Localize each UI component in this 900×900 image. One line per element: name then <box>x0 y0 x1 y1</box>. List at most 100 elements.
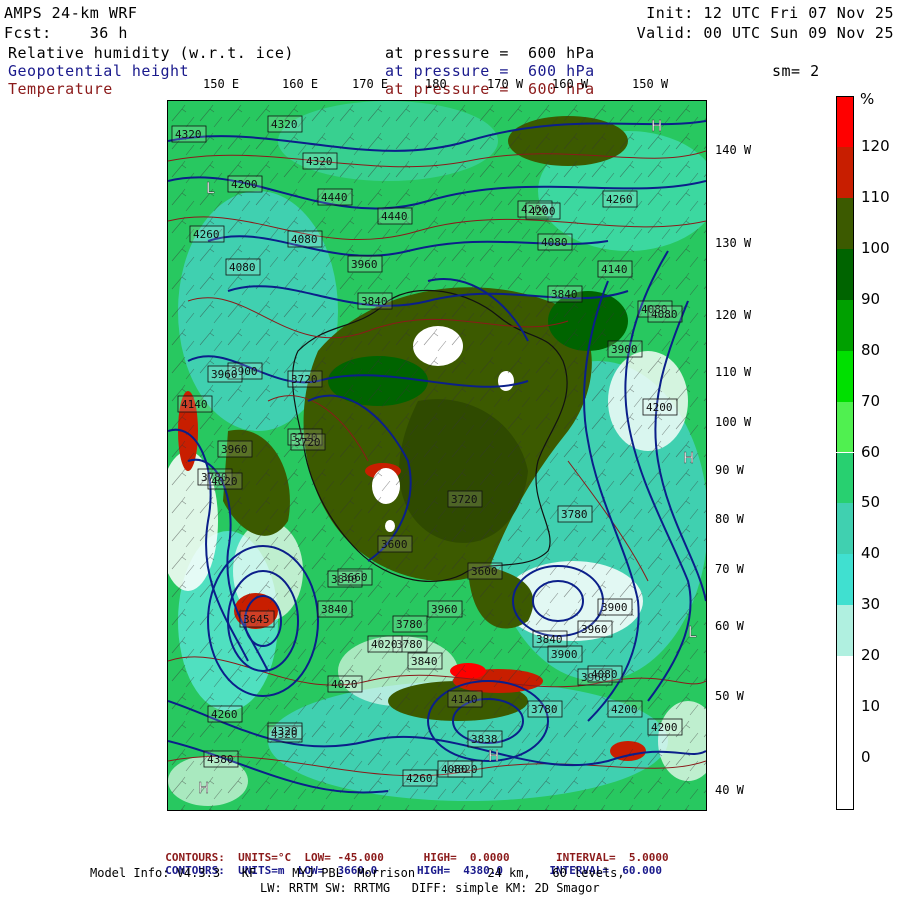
height-label: 3600 <box>377 535 413 553</box>
height-label: 3960 <box>577 620 613 638</box>
svg-text:3600: 3600 <box>471 565 498 578</box>
field-temp-name: Temperature <box>8 80 113 98</box>
lon-label-150w: 150 W <box>632 77 669 91</box>
height-label: 4440 <box>377 207 413 225</box>
svg-text:4260: 4260 <box>193 228 220 241</box>
svg-text:4020: 4020 <box>331 678 358 691</box>
lon-label-180: 180 <box>425 77 447 91</box>
svg-text:3960: 3960 <box>211 368 238 381</box>
colorbar-segment <box>836 605 854 657</box>
lon-label-160w: 160 W <box>552 77 589 91</box>
svg-text:4080: 4080 <box>591 668 618 681</box>
height-label: 4320 <box>302 152 338 170</box>
colorbar-segment <box>836 96 854 148</box>
colorbar-tick-label: 90 <box>861 289 881 308</box>
svg-text:4380: 4380 <box>207 753 234 766</box>
height-label: 4140 <box>177 395 213 413</box>
colorbar-tick-label: 60 <box>861 442 881 461</box>
height-label: 4380 <box>203 750 239 768</box>
lat-label-60w: 60 W <box>715 619 744 633</box>
colorbar-tick-label: 100 <box>861 238 890 257</box>
height-label: 3600 <box>467 562 503 580</box>
colorbar-segment <box>836 758 854 810</box>
height-label: 4260 <box>189 225 225 243</box>
height-label: 4020 <box>367 635 403 653</box>
height-label: 3660 <box>337 568 373 586</box>
lon-label-170w: 170 W <box>487 77 524 91</box>
colorbar-tick-label: 80 <box>861 340 881 359</box>
lat-label-120w: 120 W <box>715 308 752 322</box>
height-label: 4320 <box>171 125 207 143</box>
svg-text:4320: 4320 <box>271 725 298 738</box>
svg-text:4200: 4200 <box>611 703 638 716</box>
height-label: 3645 <box>239 610 275 628</box>
svg-text:4320: 4320 <box>271 118 298 131</box>
colorbar-segment <box>836 248 854 300</box>
map-canvas: 4320 4320 4320 4200 4440 4440 4200 4260 4260 4080… <box>168 101 706 810</box>
colorbar-tick-label: 30 <box>861 595 881 614</box>
lon-label-150e: 150 E <box>203 77 240 91</box>
height-label: 3720 <box>290 433 326 451</box>
low-marker: L <box>688 623 697 641</box>
svg-text:3900: 3900 <box>551 648 578 661</box>
height-label: 4260 <box>402 769 438 787</box>
svg-text:3900: 3900 <box>611 343 638 356</box>
lat-label-100w: 100 W <box>715 415 752 429</box>
lat-label-70w: 70 W <box>715 562 744 576</box>
colorbar-segment <box>836 350 854 402</box>
height-label: 4080 <box>587 665 623 683</box>
height-label: 4200 <box>607 700 643 718</box>
svg-text:4440: 4440 <box>321 191 348 204</box>
svg-text:3660: 3660 <box>341 571 368 584</box>
svg-text:3720: 3720 <box>294 436 321 449</box>
svg-text:4260: 4260 <box>606 193 633 206</box>
forecast-value: 36 h <box>89 24 128 42</box>
svg-text:4320: 4320 <box>306 155 333 168</box>
field-hgt-name: Geopotential height <box>8 62 190 80</box>
height-label: 4020 <box>327 675 363 693</box>
height-label: 3900 <box>607 340 643 358</box>
lat-label-90w: 90 W <box>715 463 744 477</box>
svg-text:3840: 3840 <box>551 288 578 301</box>
svg-text:4260: 4260 <box>406 772 433 785</box>
svg-text:3960: 3960 <box>581 623 608 636</box>
svg-text:3960: 3960 <box>351 258 378 271</box>
height-label: 3780 <box>392 615 428 633</box>
field-rh-level: at pressure = 600 hPa <box>385 44 595 62</box>
svg-text:3960: 3960 <box>221 443 248 456</box>
colorbar-tick-label: 50 <box>861 493 881 512</box>
svg-text:4080: 4080 <box>651 308 678 321</box>
map-panel[interactable]: 4320 4320 4320 4200 4440 4440 4200 4260 4260 4080… <box>167 100 707 811</box>
height-label: 4200 <box>227 175 263 193</box>
height-label: 4320 <box>267 115 303 133</box>
svg-text:3840: 3840 <box>361 295 388 308</box>
height-label: 3840 <box>532 630 568 648</box>
height-label: 4260 <box>207 705 243 723</box>
colorbar-segment <box>836 452 854 504</box>
svg-text:4200: 4200 <box>646 401 673 414</box>
colorbar-segment <box>836 707 854 759</box>
smoothing-label: sm= 2 <box>772 62 820 80</box>
svg-text:3780: 3780 <box>561 508 588 521</box>
svg-text:4080: 4080 <box>229 261 256 274</box>
svg-text:4320: 4320 <box>175 128 202 141</box>
height-label: 3840 <box>547 285 583 303</box>
colorbar-segment <box>836 197 854 249</box>
field-rh-name: Relative humidity (w.r.t. ice) <box>8 44 294 62</box>
lat-label-80w: 80 W <box>715 512 744 526</box>
svg-text:4200: 4200 <box>651 721 678 734</box>
model-info-line2: LW: RRTM SW: RRTMG DIFF: simple KM: 2D S… <box>260 881 600 895</box>
height-label: 3840 <box>317 600 353 618</box>
svg-text:3838: 3838 <box>471 733 498 746</box>
height-label: 3840 <box>407 652 443 670</box>
svg-text:3840: 3840 <box>536 633 563 646</box>
high-marker: H <box>651 117 662 135</box>
lat-label-110w: 110 W <box>715 365 752 379</box>
height-label: 3720 <box>287 370 323 388</box>
model-info-line1: Model Info: V4.3.3 KF MYJ PBL Morrison 2… <box>90 866 625 880</box>
height-label: 3838 <box>467 730 503 748</box>
low-marker: L <box>206 179 215 197</box>
lon-label-170e: 170 E <box>352 77 389 91</box>
height-label: 4140 <box>597 260 633 278</box>
valid-time: Valid: 00 UTC Sun 09 Nov 25 <box>636 24 894 42</box>
